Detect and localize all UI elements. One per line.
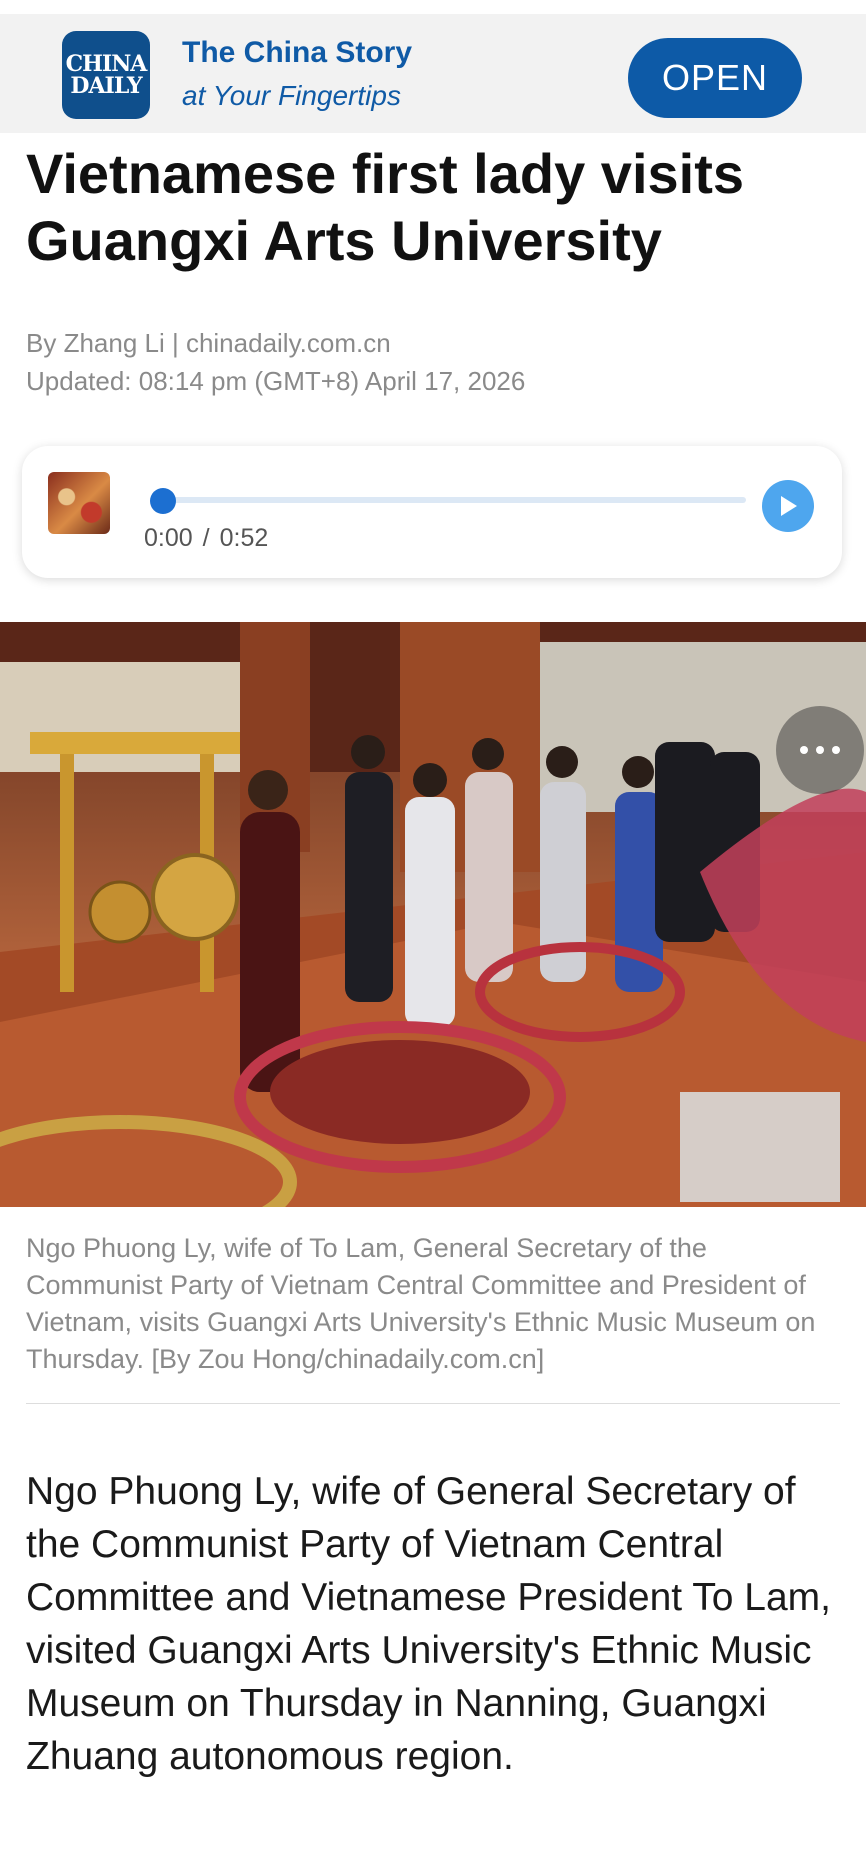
logo-line-2: DAILY <box>70 73 142 99</box>
banner-subtitle: at Your Fingertips <box>182 80 401 111</box>
audio-time: 0:00 / 0:52 <box>144 524 268 553</box>
more-dots-icon <box>800 746 808 754</box>
play-icon <box>781 496 797 516</box>
more-dots-icon <box>816 746 824 754</box>
more-dots-icon <box>832 746 840 754</box>
app-download-banner[interactable]: CHINA DAILY The China Story at Your Fing… <box>0 14 866 133</box>
photo-caption: Ngo Phuong Ly, wife of To Lam, General S… <box>26 1233 816 1374</box>
banner-title: The China Story <box>182 36 413 69</box>
audio-progress-knob[interactable] <box>150 488 176 514</box>
more-options-button[interactable] <box>776 706 864 794</box>
divider <box>26 1403 840 1404</box>
article-updated-time: Updated: 08:14 pm (GMT+8) April 17, 2026 <box>26 366 526 396</box>
audio-progress-track[interactable] <box>160 497 746 503</box>
audio-player: 0:00 / 0:52 <box>22 446 842 578</box>
china-daily-logo: CHINA DAILY <box>62 31 150 119</box>
article-photo[interactable] <box>0 622 866 1207</box>
audio-current-time: 0:00 <box>144 524 193 552</box>
audio-duration: 0:52 <box>219 524 269 552</box>
audio-time-separator: / <box>202 524 210 552</box>
logo-line-1: CHINA <box>65 51 148 77</box>
open-app-button[interactable]: OPEN <box>628 38 802 118</box>
museum-scene-image <box>0 622 866 1207</box>
audio-thumbnail <box>48 472 110 534</box>
play-button[interactable] <box>762 480 814 532</box>
article-body: Ngo Phuong Ly, wife of General Secretary… <box>26 1470 831 1778</box>
article-byline: By Zhang Li | chinadaily.com.cn <box>26 328 391 358</box>
article-headline: Vietnamese first lady visits Guangxi Art… <box>26 142 744 272</box>
